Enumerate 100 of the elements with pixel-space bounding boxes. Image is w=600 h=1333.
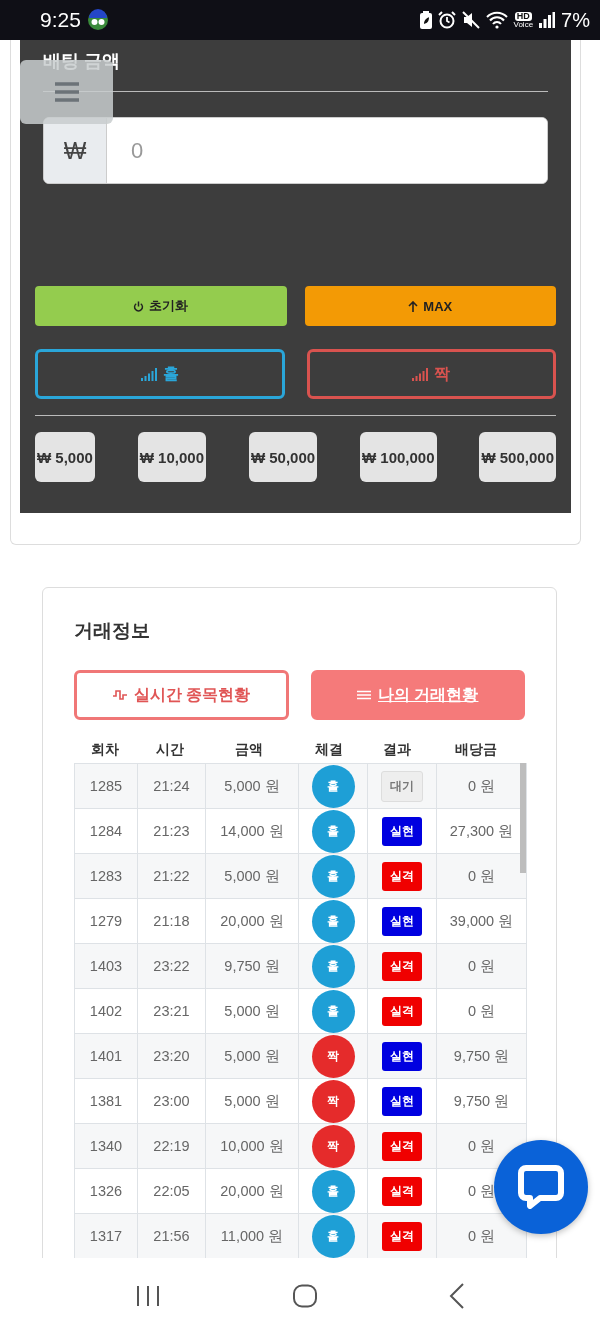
table-cell: 23:20 <box>137 1033 206 1079</box>
section-title: 거래정보 <box>74 619 151 643</box>
hd-voice-indicator: HD Voice <box>513 11 534 29</box>
column-header: 결과 <box>382 740 412 759</box>
pick-ball: 홀 <box>311 1169 355 1213</box>
result-badge: 실격 <box>382 1221 422 1251</box>
pick-button[interactable]: 홀 <box>35 349 285 399</box>
pick-ball: 홀 <box>311 944 355 988</box>
pick-ball: 짝 <box>311 1034 355 1078</box>
table-cell: 1279 <box>74 898 138 944</box>
amount-chip[interactable]: ₩ 10,000 <box>137 432 206 482</box>
table-cell: 5,000 원 <box>205 1033 299 1079</box>
clock-time: 9:25 <box>40 8 81 32</box>
pick-ball: 짝 <box>311 1079 355 1123</box>
table-cell: 0 원 <box>436 853 527 899</box>
table-cell: 5,000 원 <box>205 1078 299 1124</box>
mute-icon <box>461 11 480 29</box>
wifi-icon <box>485 11 508 29</box>
table-cell: 9,750 원 <box>205 943 299 989</box>
table-cell: 21:24 <box>137 763 206 809</box>
pick-ball: 홀 <box>311 809 355 853</box>
amount-chip[interactable]: ₩ 50,000 <box>248 432 318 482</box>
table-cell: 10,000 원 <box>205 1123 299 1169</box>
table-cell: 1381 <box>74 1078 138 1124</box>
result-badge: 대기 <box>381 770 423 802</box>
avatar-icon <box>86 9 109 31</box>
pick-ball: 홀 <box>311 1214 355 1258</box>
amount-chip[interactable]: ₩ 500,000 <box>479 432 556 482</box>
menu-icon <box>54 82 79 102</box>
table-cell: 14,000 원 <box>205 808 299 854</box>
table-cell: 5,000 원 <box>205 853 299 899</box>
column-header: 배당금 <box>453 740 498 759</box>
column-header: 회차 <box>90 740 120 759</box>
amount-field[interactable]: ₩ 0 <box>43 117 548 184</box>
table-cell: 1402 <box>74 988 138 1034</box>
result-badge: 실격 <box>382 951 422 981</box>
table-cell: 23:22 <box>137 943 206 989</box>
table-cell: 21:18 <box>137 898 206 944</box>
home-icon[interactable] <box>292 1283 318 1308</box>
pick-ball: 짝 <box>311 1124 355 1168</box>
result-badge: 실현 <box>382 906 422 936</box>
table-cell: 5,000 원 <box>205 763 299 809</box>
power-icon <box>133 300 145 312</box>
table-cell: 23:21 <box>137 988 206 1034</box>
result-badge: 실현 <box>382 816 422 846</box>
scrollbar[interactable] <box>520 763 526 873</box>
signal-bars-icon <box>412 367 429 381</box>
table-cell: 1340 <box>74 1123 138 1169</box>
table-cell: 39,000 원 <box>436 898 527 944</box>
amount-chip[interactable]: ₩ 5,000 <box>35 432 95 482</box>
result-badge: 실격 <box>382 1131 422 1161</box>
lines-icon <box>357 690 371 700</box>
battery-saver-icon <box>419 11 432 29</box>
table-cell: 1326 <box>74 1168 138 1214</box>
table-cell: 0 원 <box>436 763 527 809</box>
amount-chip[interactable]: ₩ 100,000 <box>360 432 437 482</box>
table-cell: 5,000 원 <box>205 988 299 1034</box>
table-cell: 0 원 <box>436 943 527 989</box>
column-header: 시간 <box>154 740 185 759</box>
table-cell: 1284 <box>74 808 138 854</box>
column-header: 금액 <box>234 740 264 759</box>
table-cell: 0 원 <box>436 988 527 1034</box>
table-cell: 20,000 원 <box>205 898 299 944</box>
action-button[interactable]: MAX <box>304 286 556 326</box>
table-cell: 11,000 원 <box>205 1213 299 1258</box>
table-cell: 1283 <box>74 853 138 899</box>
table-cell: 1285 <box>74 763 138 809</box>
result-badge: 실현 <box>382 1086 422 1116</box>
table-cell: 1401 <box>74 1033 138 1079</box>
table-cell: 1317 <box>74 1213 138 1258</box>
table-cell: 22:05 <box>137 1168 206 1214</box>
table-cell: 9,750 원 <box>436 1078 527 1124</box>
battery-percent: 7% <box>561 8 590 32</box>
result-badge: 실격 <box>382 996 422 1026</box>
table-cell: 9,750 원 <box>436 1033 527 1079</box>
alarm-icon <box>437 11 456 29</box>
signal-icon <box>539 12 556 28</box>
column-header: 체결 <box>314 740 344 759</box>
up-arrow-icon <box>408 300 419 312</box>
result-badge: 실격 <box>382 1176 422 1206</box>
pick-ball: 홀 <box>311 989 355 1033</box>
chat-icon <box>518 1165 564 1209</box>
pick-ball: 홀 <box>311 899 355 943</box>
action-button[interactable]: 초기화 <box>35 286 287 326</box>
table-cell: 1403 <box>74 943 138 989</box>
tab[interactable]: 실시간 종목현황 <box>74 670 289 720</box>
result-badge: 실격 <box>382 861 422 891</box>
signal-bars-icon <box>140 367 157 381</box>
pick-ball: 홀 <box>311 854 355 898</box>
table-cell: 22:19 <box>137 1123 206 1169</box>
table-cell: 21:23 <box>137 808 206 854</box>
table-cell: 21:56 <box>137 1213 206 1258</box>
recent-apps-icon[interactable] <box>135 1284 162 1307</box>
table-cell: 20,000 원 <box>205 1168 299 1214</box>
pick-ball: 홀 <box>311 764 355 808</box>
pulse-icon <box>112 689 127 701</box>
table-cell: 21:22 <box>137 853 206 899</box>
back-icon[interactable] <box>448 1282 465 1309</box>
result-badge: 실현 <box>382 1041 422 1071</box>
table-cell: 23:00 <box>137 1078 206 1124</box>
